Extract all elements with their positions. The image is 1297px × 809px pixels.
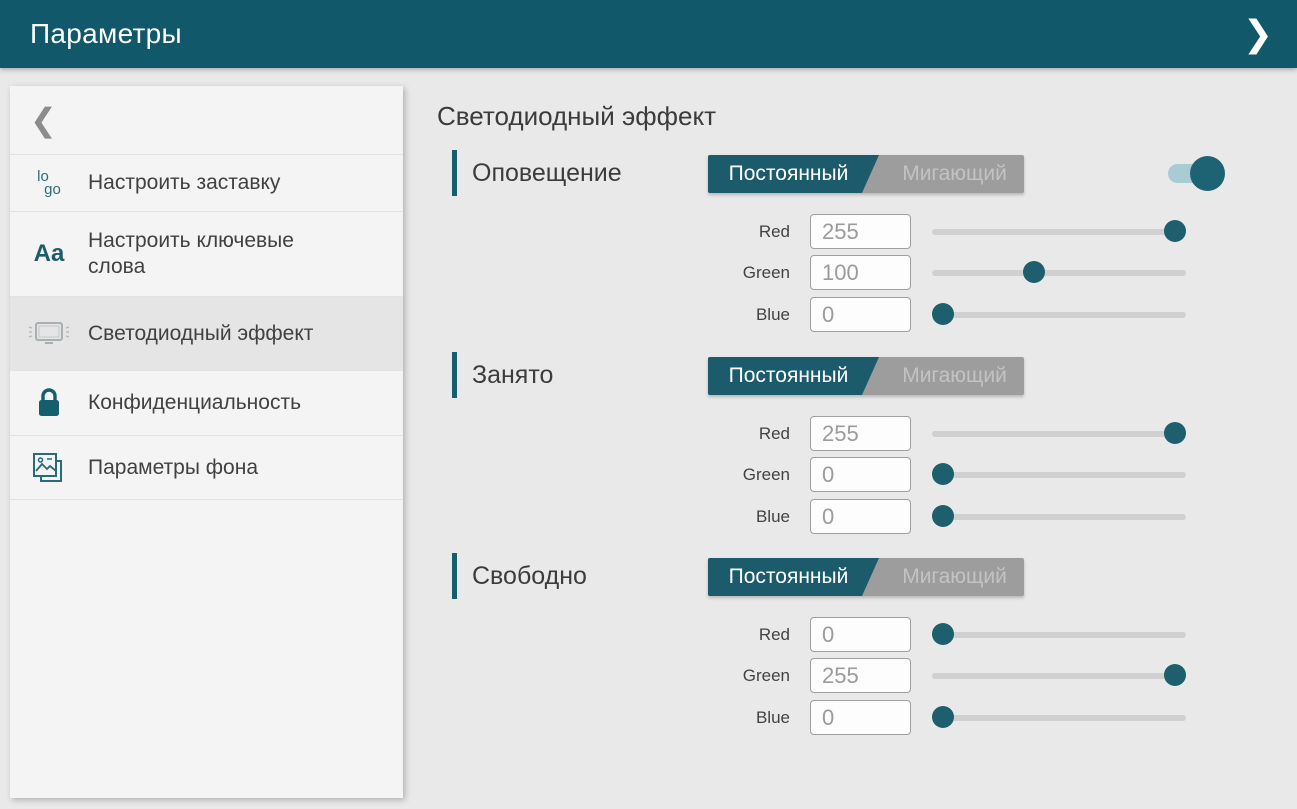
red-slider[interactable] (932, 416, 1186, 451)
keywords-icon: Aa (10, 240, 88, 268)
green-value-input[interactable] (810, 658, 911, 693)
sidebar-item-privacy[interactable]: Конфиденциальность (10, 371, 403, 436)
mode-constant-button[interactable]: Постоянный (708, 155, 879, 193)
channel-row-blue: Blue (437, 297, 1227, 332)
mode-blinking-button[interactable]: Мигающий (879, 558, 1024, 596)
slider-track (932, 632, 1186, 638)
forward-chevron-icon[interactable]: ❯ (1243, 16, 1273, 52)
led-section-notification: Оповещение Постоянный Мигающий Red Green… (437, 148, 1227, 343)
blue-value-input[interactable] (810, 297, 911, 332)
notification-enabled-toggle[interactable] (1168, 154, 1226, 192)
slider-track (932, 270, 1186, 276)
sidebar-item-splash-screen[interactable]: lo go Настроить заставку (10, 155, 403, 212)
sidebar-item-led-effect[interactable]: Светодиодный эффект (10, 297, 403, 371)
slider-thumb[interactable] (932, 505, 954, 527)
channel-label: Red (700, 617, 790, 652)
mode-blinking-button[interactable]: Мигающий (879, 155, 1024, 193)
slider-track (932, 472, 1186, 478)
mode-segmented-control[interactable]: Постоянный Мигающий (708, 357, 1024, 395)
blue-slider[interactable] (932, 700, 1186, 735)
mode-constant-button[interactable]: Постоянный (708, 357, 879, 395)
slider-track (932, 431, 1186, 437)
channel-label: Blue (700, 499, 790, 534)
section-name: Занято (472, 361, 553, 390)
slider-thumb[interactable] (1023, 261, 1045, 283)
mode-constant-button[interactable]: Постоянный (708, 558, 879, 596)
led-section-free: Свободно Постоянный Мигающий Red Green B… (437, 551, 1227, 746)
slider-thumb[interactable] (932, 706, 954, 728)
slider-thumb[interactable] (1164, 220, 1186, 242)
sidebar-item-keywords[interactable]: Aa Настроить ключевые слова (10, 212, 403, 297)
logo-icon: lo go (10, 170, 88, 196)
red-value-input[interactable] (810, 617, 911, 652)
sidebar-item-label: Параметры фона (88, 440, 258, 496)
section-accent-bar (452, 150, 457, 196)
settings-sidebar: ❮ lo go Настроить заставку Aa Настроить … (10, 86, 403, 798)
back-chevron-icon: ❮ (30, 104, 57, 136)
sidebar-item-label: Настроить заставку (88, 155, 280, 211)
channel-row-red: Red (437, 214, 1227, 249)
section-name: Оповещение (472, 159, 622, 188)
slider-track (932, 312, 1186, 318)
page-title: Параметры (30, 18, 182, 50)
background-images-icon (10, 451, 88, 485)
red-value-input[interactable] (810, 214, 911, 249)
channel-label: Green (700, 255, 790, 290)
lock-icon (10, 387, 88, 419)
mode-blinking-button[interactable]: Мигающий (879, 357, 1024, 395)
channel-label: Blue (700, 700, 790, 735)
section-accent-bar (452, 553, 457, 599)
channel-label: Green (700, 658, 790, 693)
app-header: Параметры ❯ (0, 0, 1297, 68)
green-value-input[interactable] (810, 457, 911, 492)
toggle-thumb (1190, 156, 1225, 191)
green-slider[interactable] (932, 255, 1186, 290)
section-title-led-effect: Светодиодный эффект (437, 101, 716, 132)
channel-row-green: Green (437, 255, 1227, 290)
green-slider[interactable] (932, 457, 1186, 492)
sidebar-item-background[interactable]: Параметры фона (10, 436, 403, 500)
green-slider[interactable] (932, 658, 1186, 693)
blue-value-input[interactable] (810, 700, 911, 735)
mode-segmented-control[interactable]: Постоянный Мигающий (708, 155, 1024, 193)
slider-track (932, 514, 1186, 520)
section-name: Свободно (472, 562, 587, 591)
blue-slider[interactable] (932, 297, 1186, 332)
sidebar-item-label: Конфиденциальность (88, 375, 301, 431)
slider-thumb[interactable] (1164, 664, 1186, 686)
blue-value-input[interactable] (810, 499, 911, 534)
slider-track (932, 229, 1186, 235)
channel-label: Green (700, 457, 790, 492)
channel-row-red: Red (437, 617, 1227, 652)
channel-row-green: Green (437, 658, 1227, 693)
slider-thumb[interactable] (932, 303, 954, 325)
channel-label: Red (700, 214, 790, 249)
channel-row-red: Red (437, 416, 1227, 451)
sidebar-back-button[interactable]: ❮ (10, 86, 403, 155)
led-section-busy: Занято Постоянный Мигающий Red Green Blu… (437, 350, 1227, 545)
green-value-input[interactable] (810, 255, 911, 290)
sidebar-item-label: Светодиодный эффект (88, 306, 313, 362)
channel-label: Blue (700, 297, 790, 332)
sidebar-item-label: Настроить ключевые слова (88, 213, 338, 296)
channel-row-green: Green (437, 457, 1227, 492)
mode-segmented-control[interactable]: Постоянный Мигающий (708, 558, 1024, 596)
slider-thumb[interactable] (932, 463, 954, 485)
slider-track (932, 715, 1186, 721)
red-slider[interactable] (932, 617, 1186, 652)
blue-slider[interactable] (932, 499, 1186, 534)
slider-track (932, 673, 1186, 679)
channel-row-blue: Blue (437, 499, 1227, 534)
red-slider[interactable] (932, 214, 1186, 249)
channel-row-blue: Blue (437, 700, 1227, 735)
led-display-icon (10, 319, 88, 349)
channel-label: Red (700, 416, 790, 451)
slider-thumb[interactable] (932, 623, 954, 645)
red-value-input[interactable] (810, 416, 911, 451)
section-accent-bar (452, 352, 457, 398)
slider-thumb[interactable] (1164, 422, 1186, 444)
